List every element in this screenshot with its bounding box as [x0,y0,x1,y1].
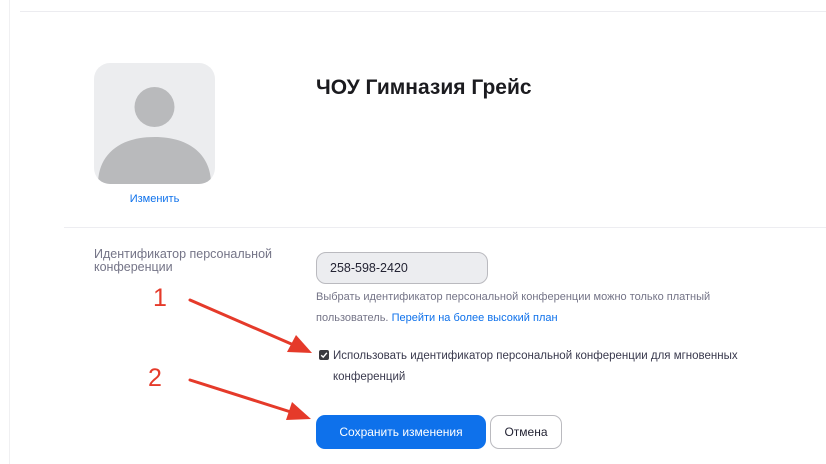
user-silhouette-icon [98,87,211,184]
pmi-label: Идентификатор персональной конференции [94,247,273,274]
cancel-button[interactable]: Отмена [490,415,562,449]
change-avatar-link[interactable]: Изменить [94,193,215,205]
checkmark-icon [320,352,328,359]
top-divider [20,11,826,12]
pmi-instant-checkbox[interactable] [319,350,329,360]
pmi-input[interactable] [316,252,488,284]
annotation-arrow-1 [188,298,312,353]
annotation-marker-2: 2 [148,364,162,392]
section-divider [64,227,826,228]
upgrade-plan-link[interactable]: Перейти на более высокий план [392,312,558,324]
save-changes-button[interactable]: Сохранить изменения [316,415,486,449]
pmi-instant-checkbox-label: Использовать идентификатор персональной … [333,350,738,383]
settings-page: Изменить ЧОУ Гимназия Грейс Идентификато… [0,0,826,464]
avatar [94,63,215,184]
annotation-arrow-2 [188,378,311,420]
pmi-hint: Выбрать идентификатор персональной конфе… [316,287,736,329]
left-divider [9,0,10,464]
annotation-marker-1: 1 [153,284,167,312]
profile-name: ЧОУ Гимназия Грейс [316,76,532,99]
